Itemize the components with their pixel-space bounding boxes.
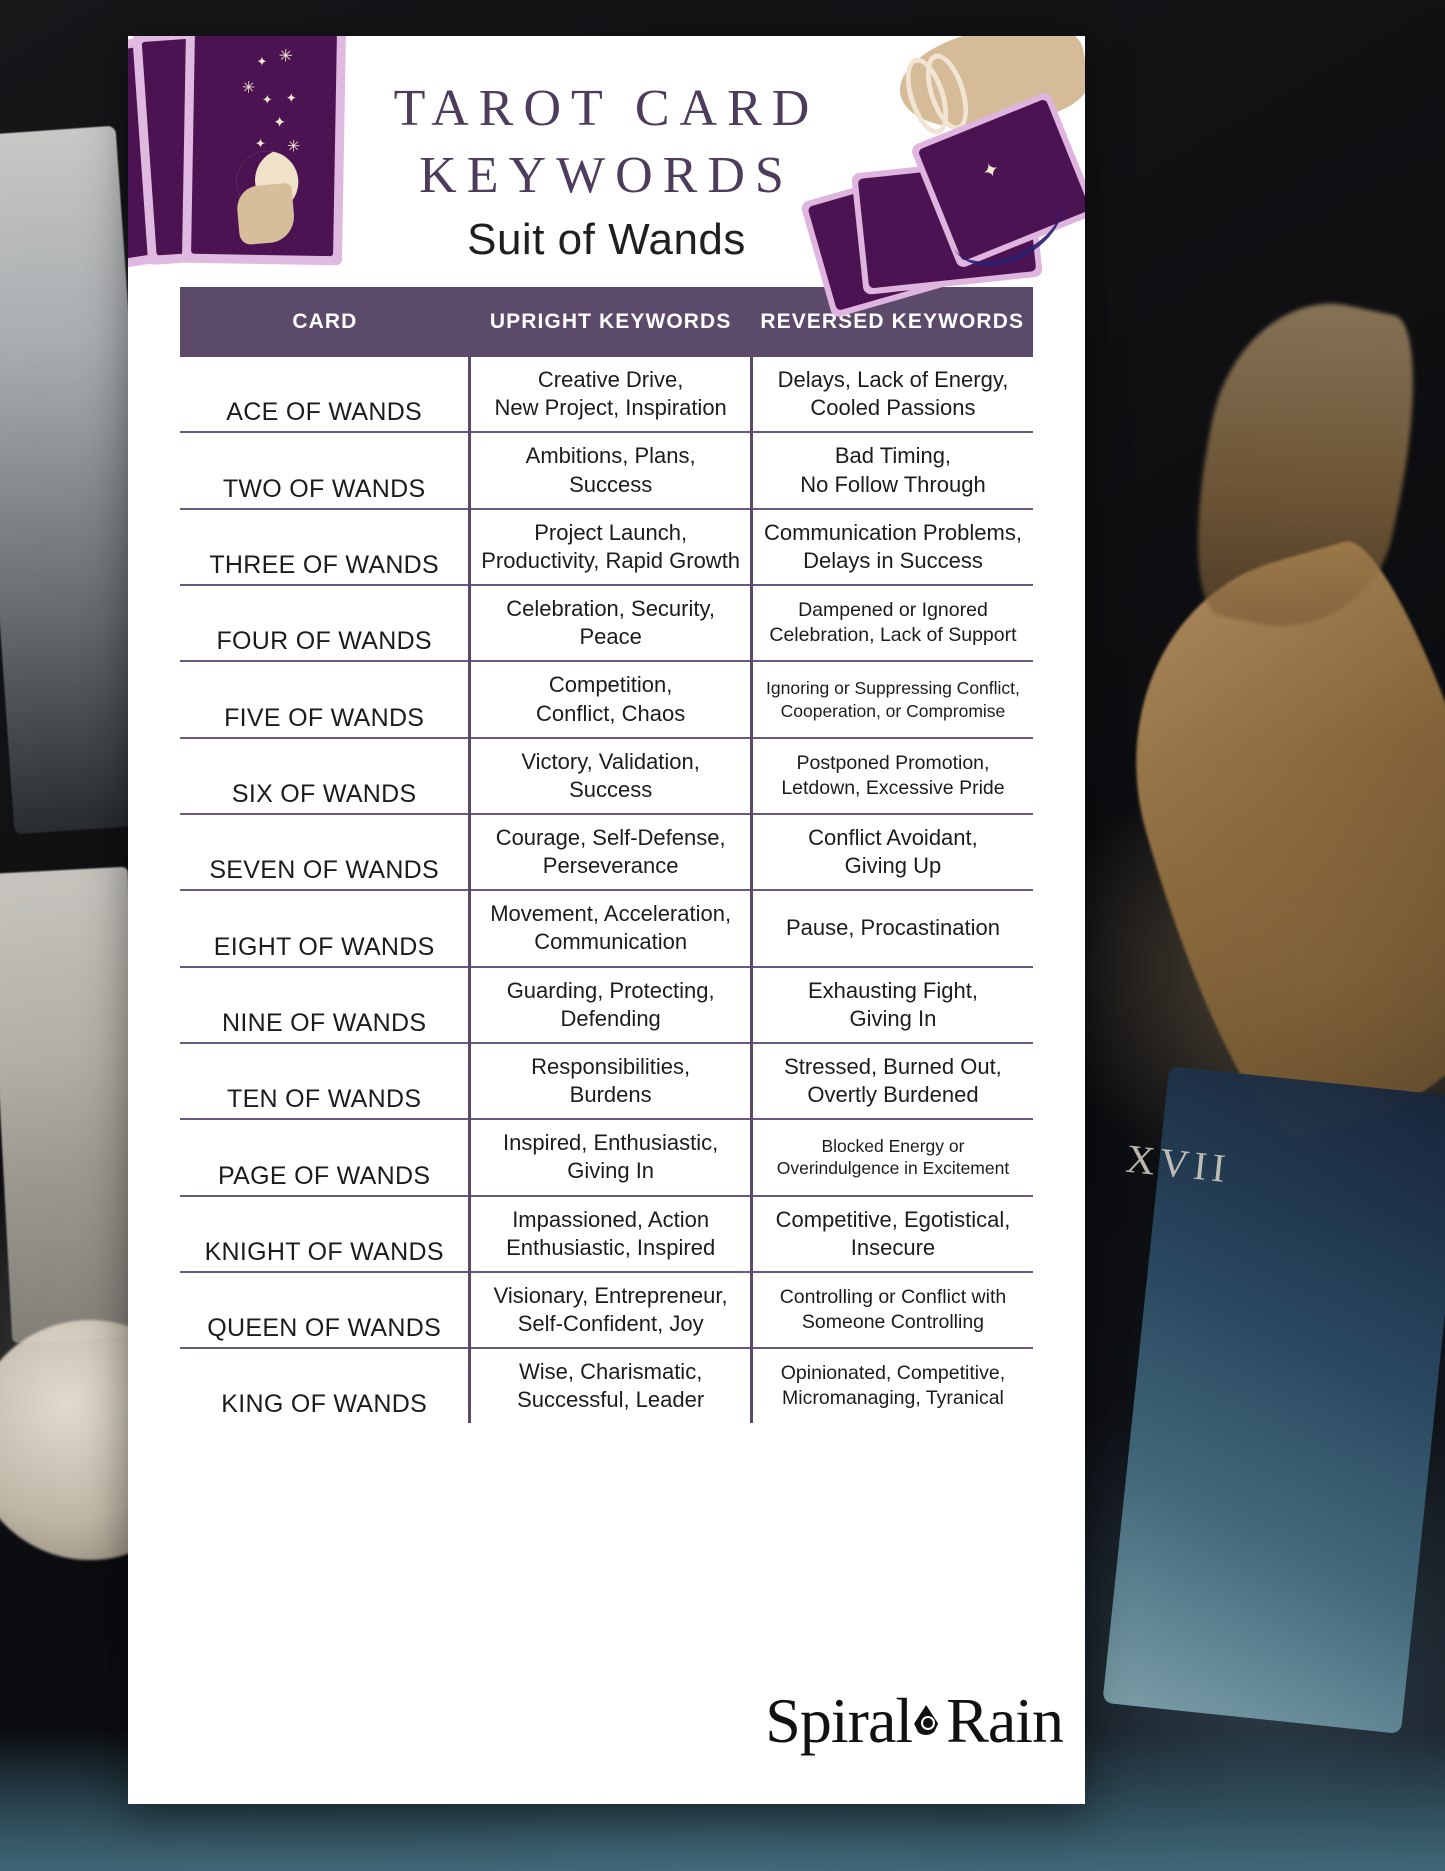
column-header-upright: UPRIGHT KEYWORDS [469, 287, 752, 358]
cell-reversed-keywords: Stressed, Burned Out, Overtly Burdened [749, 1042, 1033, 1121]
table-body: ACE OF WANDS Creative Drive, New Project, … [180, 357, 1033, 1424]
table-row: KING OF WANDS Wise, Charismatic, Successfu… [180, 1348, 1033, 1424]
cell-card-name: QUEEN OF WANDS [180, 1271, 470, 1350]
cell-upright-keywords: Competition, Conflict, Chaos [468, 661, 752, 739]
cell-upright-keywords: Wise, Charismatic, Successful, Leader [468, 1348, 752, 1424]
cell-card-name: THREE OF WANDS [180, 508, 470, 587]
cell-reversed-keywords: Exhausting Fight, Giving In [749, 966, 1033, 1044]
cell-upright-keywords: Creative Drive, New Project, Inspiration [468, 357, 752, 434]
table-row: NINE OF WANDS Guarding, Protecting, Defend… [180, 966, 1033, 1044]
cell-upright-keywords: Project Launch, Productivity, Rapid Growt… [468, 508, 752, 587]
table-row: TEN OF WANDS Responsibilities, Burdens Stre… [180, 1042, 1033, 1121]
printable-sheet: ✦ ✳ ✳ ✦ ✦ ✦ ✦ ✳ ✦ ✦ ✦ [128, 36, 1085, 1804]
cell-reversed-keywords: Ignoring or Suppressing Conflict, Coopera… [749, 661, 1033, 739]
cell-reversed-keywords: Controlling or Conflict with Someone Cont… [749, 1271, 1033, 1350]
keywords-table: CARD UPRIGHT KEYWORDS REVERSED KEYWORDS … [180, 287, 1033, 1424]
cell-card-name: SEVEN OF WANDS [180, 813, 470, 892]
background-leaf-small [1172, 282, 1438, 648]
cell-card-name: EIGHT OF WANDS [180, 890, 470, 968]
table-row: ACE OF WANDS Creative Drive, New Project, … [180, 357, 1033, 434]
cell-card-name: KING OF WANDS [221, 1390, 428, 1419]
cell-upright-keywords: Celebration, Security, Peace [468, 585, 752, 663]
table-row: QUEEN OF WANDS Visionary, Entrepreneur, Se… [180, 1271, 1033, 1350]
cell-upright-keywords: Responsibilities, Burdens [468, 1042, 752, 1121]
page-title: TAROT CARD KEYWORDS [287, 76, 927, 209]
table-row: FIVE OF WANDS Competition, Conflict, Chaos… [180, 661, 1033, 739]
cell-reversed-keywords: Postponed Promotion, Letdown, Excessive P… [749, 737, 1033, 815]
water-drop-icon [908, 1703, 944, 1739]
cell-reversed-keywords: Dampened or Ignored Celebration, Lack of … [749, 585, 1033, 663]
cell-card-name: PAGE OF WANDS [180, 1119, 470, 1197]
cell-card-name: FIVE OF WANDS [180, 661, 470, 739]
cell-reversed-keywords: Blocked Energy or Overindulgence in Excit… [749, 1119, 1033, 1197]
table-row: PAGE OF WANDS Inspired, Enthusiastic, Givi… [180, 1119, 1033, 1197]
cell-upright-keywords: Impassioned, Action Enthusiastic, Inspire… [468, 1195, 752, 1273]
cell-upright-keywords: Victory, Validation, Success [468, 737, 752, 815]
table-row: SIX OF WANDS Victory, Validation, Success P… [180, 737, 1033, 815]
background-roman-numeral: XVII [1123, 1135, 1233, 1192]
cell-upright-keywords: Guarding, Protecting, Defending [468, 966, 752, 1044]
cell-card-name: NINE OF WANDS [180, 966, 470, 1044]
cell-upright-keywords: Courage, Self-Defense, Perseverance [468, 813, 752, 892]
table-row: FOUR OF WANDS Celebration, Security, Peace… [180, 585, 1033, 663]
cell-card-name: SIX OF WANDS [180, 737, 470, 815]
cell-reversed-keywords: Conflict Avoidant, Giving Up [749, 813, 1033, 892]
table-row: KNIGHT OF WANDS Impassioned, Action Enthus… [180, 1195, 1033, 1273]
table-row: TWO OF WANDS Ambitions, Plans, Success Bad … [180, 432, 1033, 510]
cell-card-name: KNIGHT OF WANDS [180, 1195, 470, 1273]
cell-card-name: FOUR OF WANDS [180, 585, 470, 663]
cell-reversed-keywords: Communication Problems, Delays in Success [749, 508, 1033, 587]
cell-card-name: ACE OF WANDS [180, 357, 470, 434]
cell-upright-keywords: Visionary, Entrepreneur, Self-Confident, … [468, 1271, 752, 1350]
logo-text-spiral: Spiral [765, 1685, 913, 1756]
table-row: EIGHT OF WANDS Movement, Acceleration, Com… [180, 890, 1033, 968]
cell-reversed-keywords: Bad Timing, No Follow Through [749, 432, 1033, 510]
cell-reversed-keywords: Pause, Procastination [749, 890, 1033, 968]
cell-card-name: TEN OF WANDS [180, 1042, 470, 1121]
cell-reversed-keywords: Competitive, Egotistical, Insecure [749, 1195, 1033, 1273]
table-row: THREE OF WANDS Project Launch, Productivit… [180, 508, 1033, 587]
brand-logo: Spiral Rain [765, 1684, 1064, 1758]
cell-card-name: TWO OF WANDS [180, 432, 470, 510]
page-title-line2: KEYWORDS [419, 146, 794, 204]
table-row: SEVEN OF WANDS Courage, Self-Defense, Pers… [180, 813, 1033, 892]
page-header: TAROT CARD KEYWORDS Suit of Wands [128, 36, 1085, 265]
cell-reversed-keywords: Delays, Lack of Energy, Cooled Passions [749, 357, 1033, 434]
page-title-line1: TAROT CARD [393, 80, 820, 137]
keywords-table-container: CARD UPRIGHT KEYWORDS REVERSED KEYWORDS … [180, 287, 1033, 1424]
page-subtitle: Suit of Wands [467, 215, 746, 265]
logo-text-rain: Rain [946, 1685, 1064, 1756]
cell-upright-keywords: Inspired, Enthusiastic, Giving In [468, 1119, 752, 1197]
cell-reversed-keywords: Opinionated, Competitive, Micromanaging, … [749, 1348, 1033, 1424]
cell-upright-keywords: Ambitions, Plans, Success [468, 432, 752, 510]
cell-upright-keywords: Movement, Acceleration, Communication [468, 890, 752, 968]
